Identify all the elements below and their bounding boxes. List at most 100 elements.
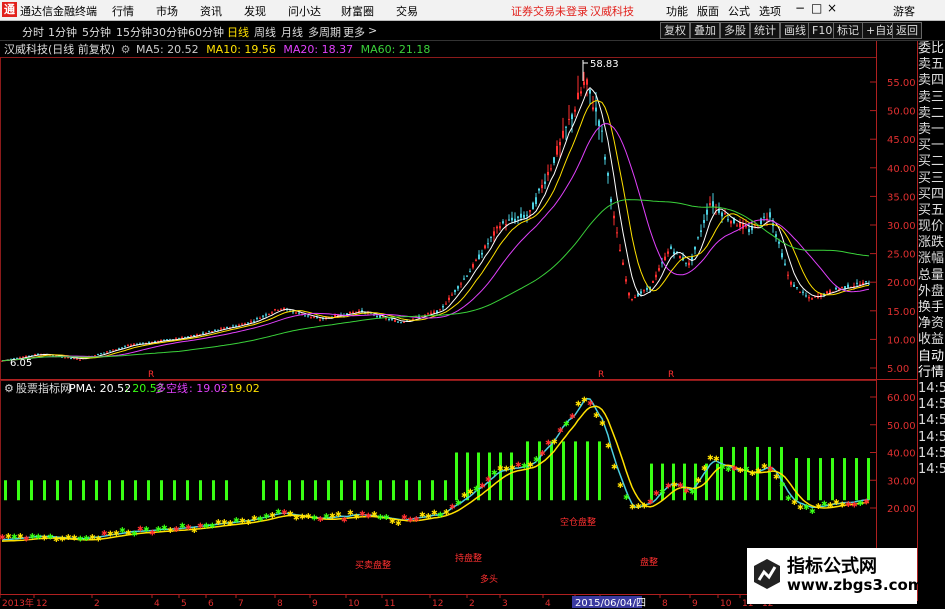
candle-body [433, 311, 435, 313]
signal-bar [418, 480, 421, 501]
period-tab-multi[interactable]: 多周期 [308, 24, 341, 40]
ma-lines [1, 86, 870, 362]
r-marker: R [668, 370, 674, 380]
close-icon[interactable]: × [827, 1, 837, 15]
candle-body [574, 109, 576, 112]
multi-stock-button[interactable]: 多股 [720, 22, 750, 39]
candle-body [595, 107, 597, 112]
candle-body [841, 286, 843, 288]
menu-item-wealth[interactable]: 财富圈 [341, 3, 374, 19]
adjust-button[interactable]: 复权 [660, 22, 690, 39]
candle-body [511, 217, 513, 221]
candle-body [652, 280, 654, 283]
menu-item-news[interactable]: 资讯 [200, 3, 222, 19]
candle-body [706, 209, 708, 215]
maximize-icon[interactable]: □ [811, 1, 822, 15]
candle-body [64, 357, 66, 359]
star-marker: ✱ [569, 412, 576, 421]
side-panel-item: 买二 [918, 154, 945, 170]
y-tick-label: 55.00 [887, 78, 916, 89]
candle-body [262, 315, 264, 317]
menu-item-options[interactable]: 选项 [759, 3, 781, 19]
candle-body [388, 318, 390, 320]
menu-item-ask[interactable]: 问小达 [288, 3, 321, 19]
overlay-button[interactable]: 叠加 [690, 22, 720, 39]
period-tab-30min[interactable]: 30分钟 [152, 24, 188, 40]
menu-item-markets[interactable]: 市场 [156, 3, 178, 19]
user-label[interactable]: 游客 [893, 3, 915, 19]
menu-item-layout[interactable]: 版面 [697, 3, 719, 19]
annotation-label: 盘整 [640, 556, 658, 568]
menu-item-formula[interactable]: 公式 [728, 3, 750, 19]
period-tab-1min[interactable]: 1分钟 [48, 24, 77, 40]
candle-body [787, 274, 789, 276]
period-tab-intraday[interactable]: 分时 [22, 24, 44, 40]
watermark-box: 指标公式网 www.zbgs3.com [747, 548, 923, 604]
signal-bar [56, 480, 59, 501]
candle-body [427, 313, 429, 315]
candle-body [271, 312, 273, 314]
minimize-icon[interactable]: − [795, 1, 805, 15]
annotation-label: 多头 [480, 573, 498, 585]
y-tick-label: 50.00 [887, 107, 916, 118]
candle-body [736, 225, 738, 227]
candle-body [781, 253, 783, 258]
period-tab-weekly[interactable]: 周线 [254, 24, 276, 40]
x-tick-label: 10 [720, 599, 732, 609]
side-panel-item: 卖四 [918, 73, 945, 89]
x-tick-label: 10 [348, 599, 360, 609]
candle-body [445, 303, 447, 305]
period-tab-daily[interactable]: 日线 [227, 24, 249, 40]
candle-body [664, 256, 666, 261]
more-chevron-icon[interactable]: > [368, 24, 377, 37]
draw-button[interactable]: 画线 [780, 22, 810, 39]
candle-body [826, 291, 828, 294]
period-tab-monthly[interactable]: 月线 [281, 24, 303, 40]
mark-button[interactable]: 标记 [833, 22, 863, 39]
candle-body [79, 359, 81, 361]
menu-item-market[interactable]: 行情 [112, 3, 134, 19]
candle-body [568, 118, 570, 120]
login-notice[interactable]: 证券交易未登录 [511, 3, 588, 19]
period-tab-15min[interactable]: 15分钟 [116, 24, 152, 40]
signal-bar [95, 480, 98, 501]
candle-body [724, 213, 726, 215]
back-button[interactable]: 返回 [892, 22, 922, 39]
candle-body [565, 126, 567, 128]
candle-body [313, 317, 315, 319]
kline-chart[interactable]: 55.0050.0045.0040.0035.0030.0025.0020.00… [0, 41, 917, 609]
y-tick-label: 5.00 [887, 364, 909, 375]
signal-bar [82, 480, 85, 501]
y-tick-label: 40.00 [887, 164, 916, 175]
candle-body [844, 286, 846, 289]
candle-body [646, 287, 648, 290]
x-tick-label: 9 [692, 599, 698, 609]
signal-bar [199, 480, 202, 501]
annotation-label: 空仓盘整 [560, 516, 596, 528]
candle-body [352, 312, 354, 314]
signal-bar [819, 458, 822, 501]
star-marker: ✱ [611, 463, 618, 472]
side-panel-item: 14:50 [918, 413, 945, 429]
period-tab-60min[interactable]: 60分钟 [188, 24, 224, 40]
signal-bar [69, 480, 72, 501]
candle-body [607, 172, 609, 176]
candle-body [625, 279, 627, 282]
menu-item-trade[interactable]: 交易 [396, 3, 418, 19]
period-tab-more[interactable]: 更多 [343, 24, 365, 40]
candle-body [475, 259, 477, 261]
signal-bar [431, 480, 434, 501]
period-tab-5min[interactable]: 5分钟 [82, 24, 111, 40]
stats-button[interactable]: 统计 [750, 22, 780, 39]
candle-body [580, 91, 582, 94]
candle-body [532, 202, 534, 210]
y-tick-label: 30.00 [887, 221, 916, 232]
star-marker: ✱ [623, 493, 630, 502]
menu-item-discover[interactable]: 发现 [244, 3, 266, 19]
r-marker: R [598, 370, 604, 380]
y-tick-label: 30.00 [887, 476, 916, 487]
star-marker: ✱ [689, 488, 696, 497]
candle-body [97, 353, 99, 355]
menu-item-function[interactable]: 功能 [666, 3, 688, 19]
sub-settings-icon[interactable]: ⚙ [4, 382, 14, 395]
